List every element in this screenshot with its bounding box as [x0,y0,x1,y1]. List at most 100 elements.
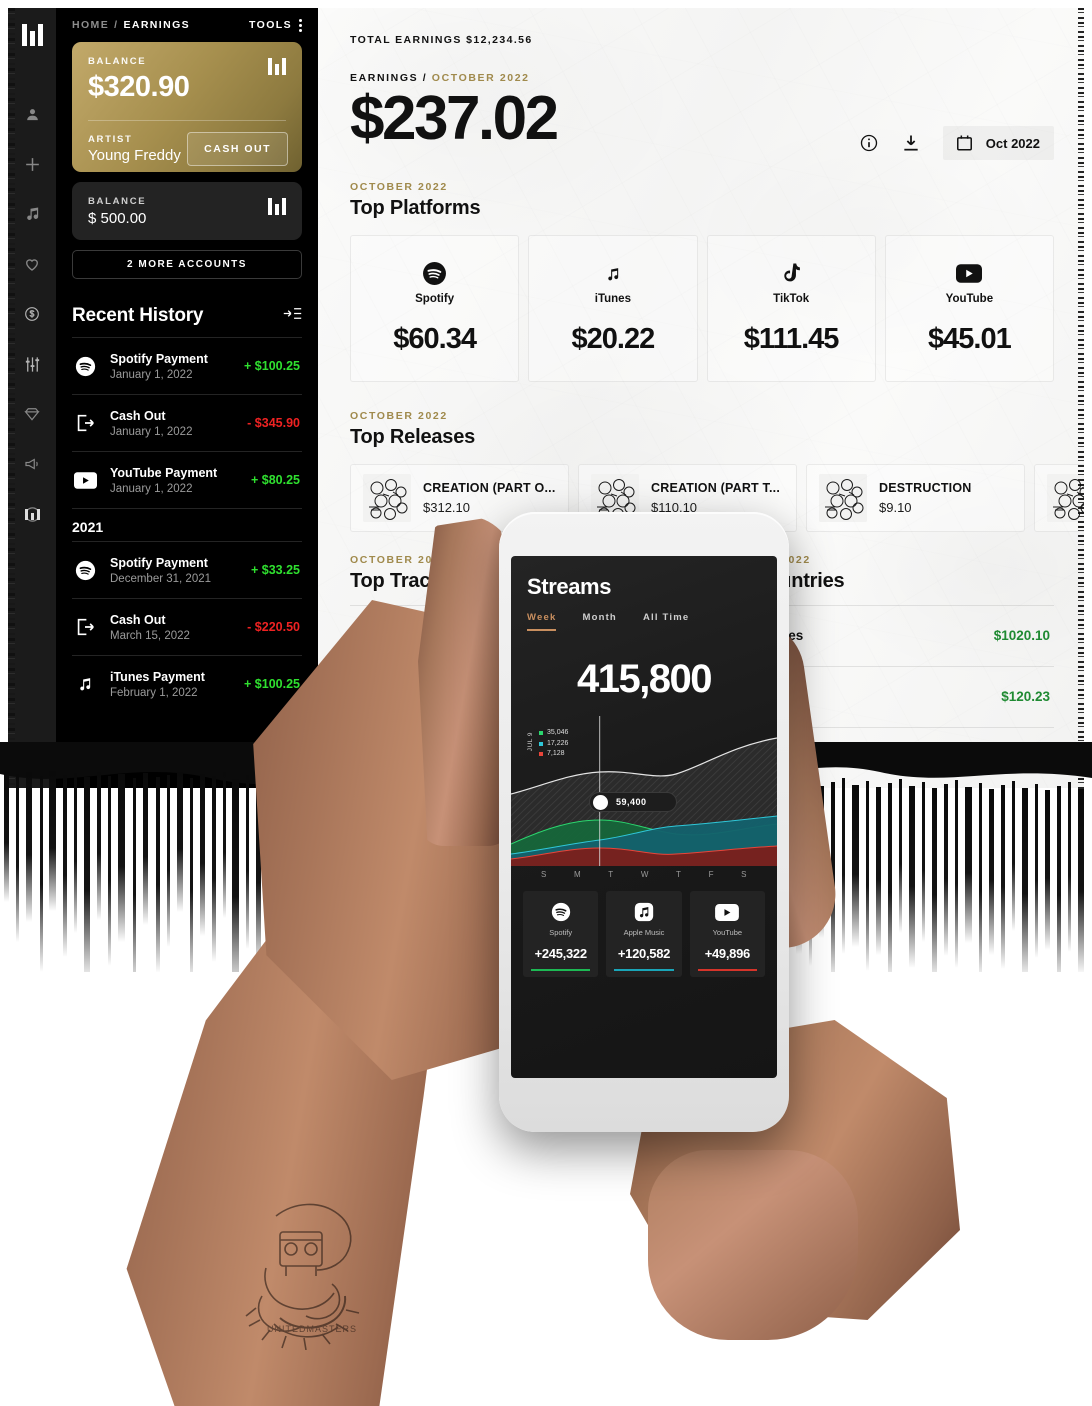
info-icon[interactable] [859,133,879,153]
day-label: S [741,870,747,879]
history-name: iTunes Payment [110,669,205,684]
album-art-icon [363,473,411,522]
country-amount: $10.00 [1008,750,1050,766]
balance-card-gold[interactable]: BALANCE $320.90 ARTIST Young Freddy CASH… [72,42,302,172]
add-icon[interactable] [8,139,56,189]
phone-device: Streams Week Month All Time 415,800 JUL … [499,512,789,1132]
platform-card-youtube[interactable]: YouTube $45.01 [884,234,1054,382]
list-item[interactable]: YouTube Payment January 1, 2022 + $80.25 [72,451,302,508]
forearm [126,880,450,1406]
phone-platform-youtube[interactable]: YouTube +49,896 [689,891,765,977]
platform-amount: $20.22 [571,322,656,355]
track-rank: 01 [354,625,373,645]
icon-rail [8,8,56,788]
section-title: Top Releases [350,425,476,448]
spotify-icon [72,560,98,581]
earnings-crumb-period: OCTOBER 2022 [431,72,530,84]
gold-balance-value: $320.90 [88,71,190,103]
itunes-icon [72,675,98,693]
breadcrumb: HOME / EARNINGS TOOLS [72,8,302,42]
tattoo-icon: UNITEDMASTERS [245,1203,360,1350]
history-date: January 1, 2022 [110,482,193,495]
unitedmasters-logo[interactable] [21,24,43,51]
day-label: F [708,870,714,879]
platform-card-tiktok[interactable]: TikTok $111.45 [706,234,876,382]
platform-amount: $45.01 [928,322,1012,355]
card-divider [88,120,286,121]
chart-handle-icon[interactable] [593,794,608,810]
legend-value-youtube: 7,128 [547,750,565,757]
date-selector[interactable]: Oct 2022 [942,126,1054,160]
history-name: Spotify Payment [110,351,208,366]
platform-color-bar [614,969,674,971]
breadcrumb-home[interactable]: HOME [72,19,109,31]
platform-amount: $111.45 [743,322,840,355]
profile-icon[interactable] [8,89,56,139]
expand-list-icon[interactable] [283,306,302,326]
tab-all-time[interactable]: All Time [643,612,689,631]
list-item[interactable]: Cash Out March 15, 2022 - $220.50 [72,598,302,655]
app-circle-bars [24,508,40,520]
music-icon[interactable] [8,189,56,239]
tab-week[interactable]: Week [527,612,557,631]
screenshot-root: HOME / EARNINGS TOOLS BALANCE $320.90 AR… [0,0,1092,1406]
diamond-icon[interactable] [8,389,56,439]
release-amount: $9.10 [879,499,912,515]
platform-amount: $60.34 [393,322,477,355]
earnings-sidebar: HOME / EARNINGS TOOLS BALANCE $320.90 AR… [56,8,318,788]
platform-card-itunes[interactable]: iTunes $20.22 [528,234,698,382]
app-circle-icon[interactable] [8,489,56,539]
cash-out-button[interactable]: CASH OUT [187,132,288,166]
list-item[interactable]: Spotify Payment January 1, 2022 + $100.2… [72,337,302,394]
platform-name: TikTok [773,292,810,305]
streams-area-chart[interactable]: JUL 9 35,046 17,226 7,128 59,400 [511,716,777,866]
phone-platform-name: Spotify [549,928,573,937]
phone-screen: Streams Week Month All Time 415,800 JUL … [511,556,777,1078]
history-amount: + $100.25 [244,359,300,373]
recent-history-header: Recent History [72,305,302,337]
heart-icon[interactable] [8,239,56,289]
secondary-balance-value: $ 500.00 [88,209,147,227]
gold-balance-label: BALANCE [88,56,147,67]
track-thumbnail [394,615,434,656]
history-date: March 15, 2022 [110,629,190,642]
svg-text:UNITEDMASTERS: UNITEDMASTERS [267,1324,357,1334]
list-item[interactable]: Cash Out January 1, 2022 - $345.90 [72,394,302,451]
chart-value-pill[interactable]: 59,400 [589,792,677,812]
platform-name: Spotify [415,292,455,305]
phone-platform-value: +245,322 [534,946,587,961]
list-item[interactable]: iTunes Payment February 1, 2022 + $100.2… [72,655,302,712]
history-amount: + $80.25 [250,473,300,487]
platform-card-spotify[interactable]: Spotify $60.34 [350,234,520,382]
history-list: Spotify Payment January 1, 2022 + $100.2… [72,337,302,712]
section-title: Top Platforms [350,196,481,219]
track-thumbnail [394,737,434,778]
legend-value-spotify: 35,046 [547,729,569,736]
phone-platform-apple-music[interactable]: Apple Music +120,582 [606,891,682,977]
spotify-icon [422,261,447,287]
equalizer-icon[interactable] [8,339,56,389]
kebab-icon[interactable] [299,18,302,32]
list-item[interactable]: Spotify Payment December 31, 2021 + $33.… [72,541,302,598]
balance-card-secondary[interactable]: BALANCE $ 500.00 [72,182,302,240]
track-rank: 03 [354,747,373,767]
breadcrumb-separator: / [114,19,119,31]
history-amount: - $220.50 [247,620,300,634]
release-name: CREATION (PART T... [651,480,781,495]
spotify-icon [72,356,98,377]
earnings-icon[interactable] [8,289,56,339]
phone-platform-spotify[interactable]: Spotify +245,322 [523,891,599,977]
history-amount: - $345.90 [247,416,300,430]
release-name: CREATION (PART O... [423,480,556,495]
megaphone-icon[interactable] [8,439,56,489]
release-card[interactable]: DESTRUCTION $9.10 [806,463,1025,532]
release-card[interactable] [1034,463,1084,532]
download-icon[interactable] [901,133,921,153]
more-accounts-button[interactable]: 2 MORE ACCOUNTS [72,250,302,279]
tiktok-icon [780,261,802,287]
tab-month[interactable]: Month [582,612,617,631]
secondary-balance-label: BALANCE [88,195,147,207]
history-date: February 1, 2022 [110,686,198,699]
history-name: Spotify Payment [110,555,208,570]
tools-menu[interactable]: TOOLS [249,18,302,32]
